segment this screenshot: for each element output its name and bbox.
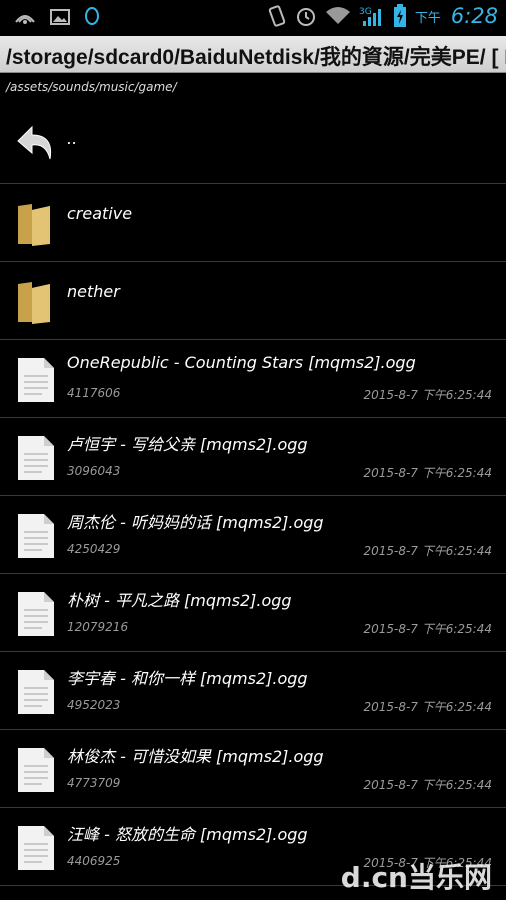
- file-name: 汪峰 - 怒放的生命 [mqms2].ogg: [67, 825, 308, 844]
- vibrate-icon: [268, 5, 286, 27]
- alarm-icon: [296, 8, 315, 26]
- file-row[interactable]: OneRepublic - Counting Stars [mqms2].ogg…: [0, 340, 506, 418]
- status-bar: 3G 下午 6:28: [0, 0, 506, 36]
- file-date: 2015-8-7 下午6:25:44: [363, 388, 492, 402]
- file-size: 12079216: [67, 620, 129, 634]
- file-row[interactable]: 朴树 - 平凡之路 [mqms2].ogg 12079216 2015-8-7 …: [0, 574, 506, 652]
- file-name: 林俊杰 - 可惜没如果 [mqms2].ogg: [67, 747, 324, 766]
- path-header[interactable]: /storage/sdcard0/BaiduNetdisk/我的資源/完美PE/…: [0, 36, 506, 73]
- parent-directory-row[interactable]: ..: [0, 103, 506, 184]
- file-row[interactable]: 卢恒宇 - 写给父亲 [mqms2].ogg 3096043 2015-8-7 …: [0, 418, 506, 496]
- status-time: 6:28: [450, 4, 498, 28]
- svg-text:3G: 3G: [359, 7, 372, 17]
- file-size: 4250429: [67, 542, 121, 556]
- folder-icon: [18, 282, 50, 324]
- document-icon: [18, 748, 54, 792]
- parent-directory-label: ..: [67, 129, 78, 148]
- subpath-label: /assets/sounds/music/game/: [6, 80, 177, 94]
- file-date: 2015-8-7 下午6:25:44: [363, 466, 492, 480]
- folder-name: nether: [67, 282, 120, 301]
- file-name: OneRepublic - Counting Stars [mqms2].ogg: [67, 353, 416, 372]
- file-size: 4117606: [67, 386, 121, 400]
- file-list: .. creative nether OneRepublic - Countin…: [0, 103, 506, 886]
- file-date: 2015-8-7 下午6:25:44: [363, 778, 492, 792]
- file-row[interactable]: 林俊杰 - 可惜没如果 [mqms2].ogg 4773709 2015-8-7…: [0, 730, 506, 808]
- back-arrow-icon: [17, 125, 52, 160]
- document-icon: [18, 592, 54, 636]
- qq-icon: [85, 7, 99, 25]
- document-icon: [18, 436, 54, 480]
- file-date: 2015-8-7 下午6:25:44: [363, 700, 492, 714]
- battery-icon: [393, 4, 406, 27]
- file-name: 朴树 - 平凡之路 [mqms2].ogg: [67, 591, 292, 610]
- file-size: 3096043: [67, 464, 121, 478]
- folder-icon: [18, 204, 50, 246]
- wifi-icon: [325, 7, 350, 24]
- image-icon: [50, 9, 70, 25]
- folder-name: creative: [67, 204, 133, 223]
- site-watermark: d.cn当乐网: [340, 861, 492, 894]
- status-ampm: 下午: [414, 10, 441, 26]
- file-date: 2015-8-7 下午6:25:44: [363, 544, 492, 558]
- file-size: 4406925: [67, 854, 121, 868]
- document-icon: [18, 670, 54, 714]
- file-name: 卢恒宇 - 写给父亲 [mqms2].ogg: [67, 435, 308, 454]
- document-icon: [18, 358, 54, 402]
- file-name: 李宇春 - 和你一样 [mqms2].ogg: [67, 669, 308, 688]
- file-date: 2015-8-7 下午6:25:44: [363, 622, 492, 636]
- usb-icon: [15, 15, 35, 24]
- signal-3g-icon: 3G: [359, 7, 381, 26]
- file-name: 周杰伦 - 听妈妈的话 [mqms2].ogg: [67, 513, 324, 532]
- file-row[interactable]: 李宇春 - 和你一样 [mqms2].ogg 4952023 2015-8-7 …: [0, 652, 506, 730]
- file-size: 4952023: [67, 698, 121, 712]
- file-size: 4773709: [67, 776, 121, 790]
- file-row[interactable]: 周杰伦 - 听妈妈的话 [mqms2].ogg 4250429 2015-8-7…: [0, 496, 506, 574]
- path-title: /storage/sdcard0/BaiduNetdisk/我的資源/完美PE/…: [6, 46, 506, 69]
- document-icon: [18, 826, 54, 870]
- folder-row[interactable]: nether: [0, 262, 506, 340]
- folder-row[interactable]: creative: [0, 184, 506, 262]
- document-icon: [18, 514, 54, 558]
